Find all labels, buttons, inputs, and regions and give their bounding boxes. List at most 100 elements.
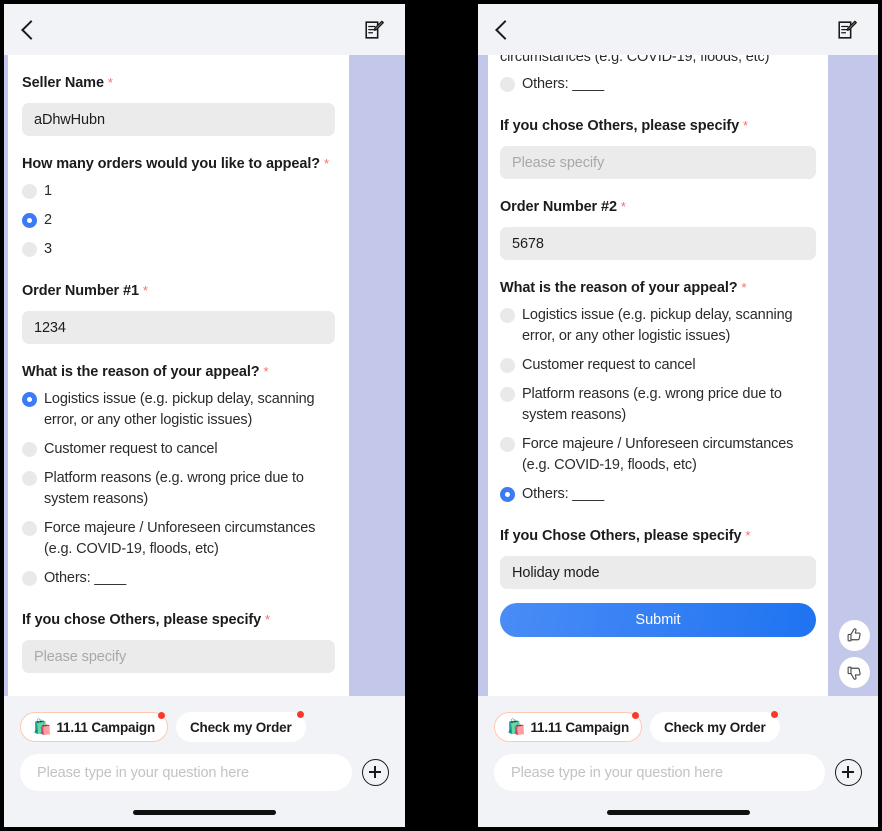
seller-name-value: aDhwHubn xyxy=(34,111,105,128)
shopping-bags-icon: 🛍️ xyxy=(33,718,52,736)
submit-button[interactable]: Submit xyxy=(500,603,816,637)
question-input-placeholder: Please type in your question here xyxy=(511,764,723,781)
radio-icon[interactable] xyxy=(22,242,37,257)
reason-option-label: Others: ____ xyxy=(44,570,127,586)
required-star: * xyxy=(107,75,113,90)
order-number-1-value: 1234 xyxy=(34,319,66,336)
orders-count-option-1[interactable]: 1 xyxy=(22,181,335,202)
others-specify-input-2[interactable]: Holiday mode xyxy=(500,556,816,589)
others-specify-label-2: If you Chose Others, please specify * xyxy=(500,525,816,547)
others-specify-placeholder: Please specify xyxy=(512,154,605,171)
back-chevron-icon[interactable] xyxy=(496,19,509,41)
reason-option-platform[interactable]: Platform reasons (e.g. wrong price due t… xyxy=(22,468,335,510)
radio-icon[interactable] xyxy=(500,437,515,452)
back-chevron-icon[interactable] xyxy=(22,19,35,41)
radio-selected-icon[interactable] xyxy=(500,487,515,502)
right-chip-row: 🛍️ 11.11 Campaign Check my Order xyxy=(478,704,878,742)
plus-circle-icon[interactable] xyxy=(362,759,389,786)
compose-edit-icon[interactable] xyxy=(363,19,385,41)
chip-check-my-order[interactable]: Check my Order xyxy=(176,711,306,742)
others-specify-placeholder: Please specify xyxy=(34,648,127,665)
orders-count-label: How many orders would you like to appeal… xyxy=(22,153,335,175)
left-composer: Please type in your question here xyxy=(4,742,405,797)
chip-check-my-order[interactable]: Check my Order xyxy=(650,711,780,742)
home-indicator xyxy=(606,809,750,815)
reason-option-force-majeure[interactable]: Force majeure / Unforeseen circumstances… xyxy=(22,518,335,560)
others-specify-input[interactable]: Please specify xyxy=(22,640,335,673)
reason2-option-force-majeure[interactable]: Force majeure / Unforeseen circumstances… xyxy=(500,434,816,476)
reason2-option-others[interactable]: Others: ____ xyxy=(500,484,816,505)
reason-option-label: Force majeure / Unforeseen circumstances… xyxy=(44,520,316,557)
compose-edit-icon[interactable] xyxy=(836,19,858,41)
reason2-option-label: Customer request to cancel xyxy=(522,357,696,373)
reason2-option-customer-request[interactable]: Customer request to cancel xyxy=(500,355,816,376)
radio-icon[interactable] xyxy=(500,308,515,323)
required-star: * xyxy=(743,118,748,133)
others-specify-label-1-text: If you chose Others, please specify xyxy=(500,118,740,134)
reason-radio-group-2: Logistics issue (e.g. pickup delay, scan… xyxy=(500,305,816,505)
orders-count-option-3[interactable]: 3 xyxy=(22,239,335,260)
required-star: * xyxy=(745,528,751,543)
radio-icon[interactable] xyxy=(22,571,37,586)
required-star: * xyxy=(741,280,747,295)
feedback-buttons xyxy=(839,620,870,688)
orders-count-radio-group: 1 2 3 xyxy=(22,181,335,260)
question-input[interactable]: Please type in your question here xyxy=(20,754,352,791)
reason-option-customer-request[interactable]: Customer request to cancel xyxy=(22,439,335,460)
right-form-card: circumstances (e.g. COVID-19, floods, et… xyxy=(488,55,828,696)
radio-selected-icon[interactable] xyxy=(22,392,37,407)
reason-option-others[interactable]: Others: ____ xyxy=(22,568,335,589)
order-number-2-label-text: Order Number #2 xyxy=(500,199,617,215)
radio-icon[interactable] xyxy=(500,387,515,402)
order-number-2-value: 5678 xyxy=(512,235,544,252)
badge-dot-icon xyxy=(296,711,304,718)
others-specify-label: If you chose Others, please specify * xyxy=(22,609,335,631)
chip-1111-campaign[interactable]: 🛍️ 11.11 Campaign xyxy=(20,712,168,742)
question-input[interactable]: Please type in your question here xyxy=(494,754,825,791)
left-chip-row: 🛍️ 11.11 Campaign Check my Order xyxy=(4,704,405,742)
reason2-option-label: Force majeure / Unforeseen circumstances… xyxy=(522,436,794,473)
chip-label: 11.11 Campaign xyxy=(56,719,155,735)
chip-1111-campaign[interactable]: 🛍️ 11.11 Campaign xyxy=(494,712,642,742)
orders-count-option-2[interactable]: 2 xyxy=(22,210,335,231)
thumbs-up-button[interactable] xyxy=(839,620,870,651)
radio-icon[interactable] xyxy=(22,442,37,457)
left-chat-area: Seller Name * aDhwHubn How many orders w… xyxy=(4,55,405,696)
order-number-2-label: Order Number #2 * xyxy=(500,196,816,218)
reason2-option-platform[interactable]: Platform reasons (e.g. wrong price due t… xyxy=(500,384,816,426)
radio-icon[interactable] xyxy=(500,358,515,373)
radio-selected-icon[interactable] xyxy=(22,213,37,228)
radio-icon[interactable] xyxy=(500,77,515,92)
others-specify-label-2-text: If you Chose Others, please specify xyxy=(500,528,742,544)
reason-label-2: What is the reason of your appeal? * xyxy=(500,277,816,299)
left-home-indicator-area xyxy=(4,797,405,827)
thumbs-down-button[interactable] xyxy=(839,657,870,688)
chip-label: Check my Order xyxy=(190,719,292,735)
thumbs-down-icon xyxy=(847,666,861,680)
seller-name-input[interactable]: aDhwHubn xyxy=(22,103,335,136)
orders-count-option-label: 3 xyxy=(44,241,52,257)
badge-dot-icon xyxy=(632,712,639,719)
home-indicator xyxy=(133,809,276,815)
radio-icon[interactable] xyxy=(22,471,37,486)
reason2-option-logistics[interactable]: Logistics issue (e.g. pickup delay, scan… xyxy=(500,305,816,347)
reason2-option-label: Platform reasons (e.g. wrong price due t… xyxy=(522,386,782,423)
orders-count-option-label: 2 xyxy=(44,212,52,228)
others-specify-label-1: If you chose Others, please specify * xyxy=(500,115,816,137)
order-number-2-input[interactable]: 5678 xyxy=(500,227,816,260)
partial-reason-option-others[interactable]: Others: ____ xyxy=(500,74,816,95)
reason-label-2-text: What is the reason of your appeal? xyxy=(500,280,738,296)
reason-option-logistics[interactable]: Logistics issue (e.g. pickup delay, scan… xyxy=(22,389,335,431)
reason-option-label: Platform reasons (e.g. wrong price due t… xyxy=(44,470,304,507)
radio-icon[interactable] xyxy=(22,521,37,536)
others-specify-input-1[interactable]: Please specify xyxy=(500,146,816,179)
order-number-1-label-text: Order Number #1 xyxy=(22,283,139,299)
left-bottom-bar: 🛍️ 11.11 Campaign Check my Order Please … xyxy=(4,696,405,827)
order-number-1-input[interactable]: 1234 xyxy=(22,311,335,344)
plus-circle-icon[interactable] xyxy=(835,759,862,786)
thumbs-up-icon xyxy=(847,628,861,642)
others-specify-value: Holiday mode xyxy=(512,564,600,581)
reason-option-label: Logistics issue (e.g. pickup delay, scan… xyxy=(44,391,315,428)
radio-icon[interactable] xyxy=(22,184,37,199)
reason2-option-label: Logistics issue (e.g. pickup delay, scan… xyxy=(522,307,793,344)
